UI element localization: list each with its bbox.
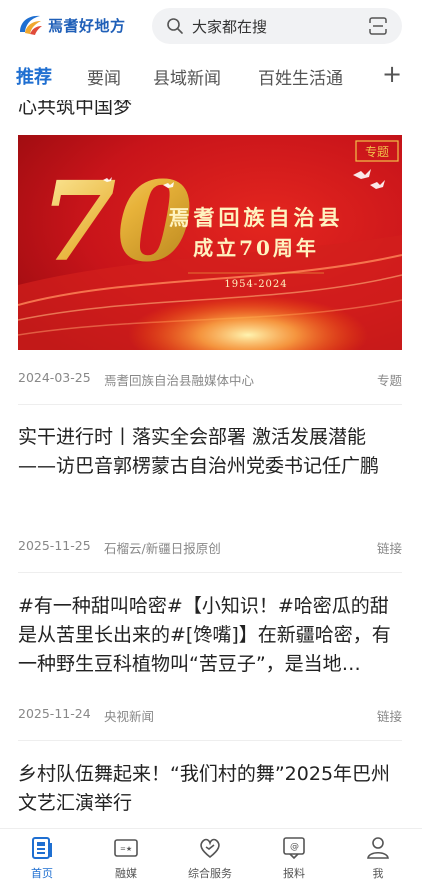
scan-icon[interactable] <box>368 16 388 36</box>
banner-title-line2: 成立70周年 <box>193 236 319 260</box>
banner-years: 1954-2024 <box>224 279 287 290</box>
bottom-navigation: 首页 =★ 融媒 综合服务 @ 报料 我 <box>0 828 422 888</box>
tab-daily-life[interactable]: 百姓生活通 <box>258 64 343 89</box>
svg-text:@: @ <box>290 842 299 852</box>
article-source: 焉耆回族自治县融媒体中心 <box>104 373 255 388</box>
article-title[interactable]: 乡村队伍舞起来！“我们村的舞”2025年巴州文艺汇演举行 <box>18 760 402 818</box>
app-header: 焉耆好地方 大家都在搜 <box>0 0 422 52</box>
search-bar[interactable]: 大家都在搜 <box>152 8 402 44</box>
nav-label: 首页 <box>31 867 53 880</box>
nav-label: 融媒 <box>115 867 137 880</box>
add-channel-icon[interactable]: + <box>382 62 402 86</box>
banner-title-line1: 焉耆回族自治县 <box>169 205 344 230</box>
search-input[interactable]: 大家都在搜 <box>192 16 267 37</box>
svg-text:=★: =★ <box>120 845 132 853</box>
home-icon <box>32 837 52 859</box>
article-date: 2025-11-24 <box>18 706 91 721</box>
search-icon <box>167 18 183 34</box>
nav-media[interactable]: =★ 融媒 <box>91 835 161 881</box>
nav-home[interactable]: 首页 <box>7 835 77 881</box>
article-source: 石榴云/新疆日报原创 <box>104 541 221 556</box>
media-icon: =★ <box>114 839 138 857</box>
nav-services[interactable]: 综合服务 <box>175 835 245 881</box>
divider <box>18 572 402 573</box>
nav-report[interactable]: @ 报料 <box>259 835 329 881</box>
tab-county-news[interactable]: 县域新闻 <box>153 64 221 89</box>
services-icon <box>200 838 220 859</box>
article-title[interactable]: #有一种甜叫哈密#【小知识！#哈密瓜的甜是从苦里长出来的#[馋嘴]】在新疆哈密，… <box>18 592 402 679</box>
tab-recommend[interactable]: 推荐 <box>16 63 52 89</box>
nav-label: 综合服务 <box>188 867 232 880</box>
channel-tabs: 推荐 要闻 县域新闻 百姓生活通 + <box>0 52 422 100</box>
news-feed: 心共筑中国梦 70 专题 焉耆回族自治县 成立70周年 1954-2024 20… <box>0 100 422 828</box>
nav-label: 报料 <box>283 867 305 880</box>
article-title[interactable]: 实干进行时丨落实全会部署 激活发展潜能——访巴音郭楞蒙古自治州党委书记任广鹏 <box>18 423 402 481</box>
nav-profile[interactable]: 我 <box>343 835 413 881</box>
logo-icon <box>20 15 42 35</box>
banner-image: 70 专题 焉耆回族自治县 成立70周年 1954-2024 <box>18 135 402 350</box>
banner-badge: 专题 <box>365 144 389 159</box>
article-title-partial[interactable]: 心共筑中国梦 <box>18 100 132 120</box>
feature-banner[interactable]: 70 专题 焉耆回族自治县 成立70周年 1954-2024 <box>18 135 402 350</box>
article-tag: 链接 <box>376 709 402 724</box>
divider <box>18 740 402 741</box>
article-tag: 链接 <box>376 541 402 556</box>
profile-icon <box>367 837 389 859</box>
tab-headlines[interactable]: 要闻 <box>87 64 121 89</box>
report-icon: @ <box>283 837 305 860</box>
app-logo[interactable]: 焉耆好地方 <box>16 12 126 38</box>
article-source: 央视新闻 <box>104 709 155 724</box>
article-date: 2024-03-25 <box>18 370 91 385</box>
nav-label: 我 <box>372 867 384 880</box>
article-tag: 专题 <box>376 373 402 388</box>
logo-text: 焉耆好地方 <box>48 16 126 35</box>
divider <box>18 404 402 405</box>
article-date: 2025-11-25 <box>18 538 91 553</box>
